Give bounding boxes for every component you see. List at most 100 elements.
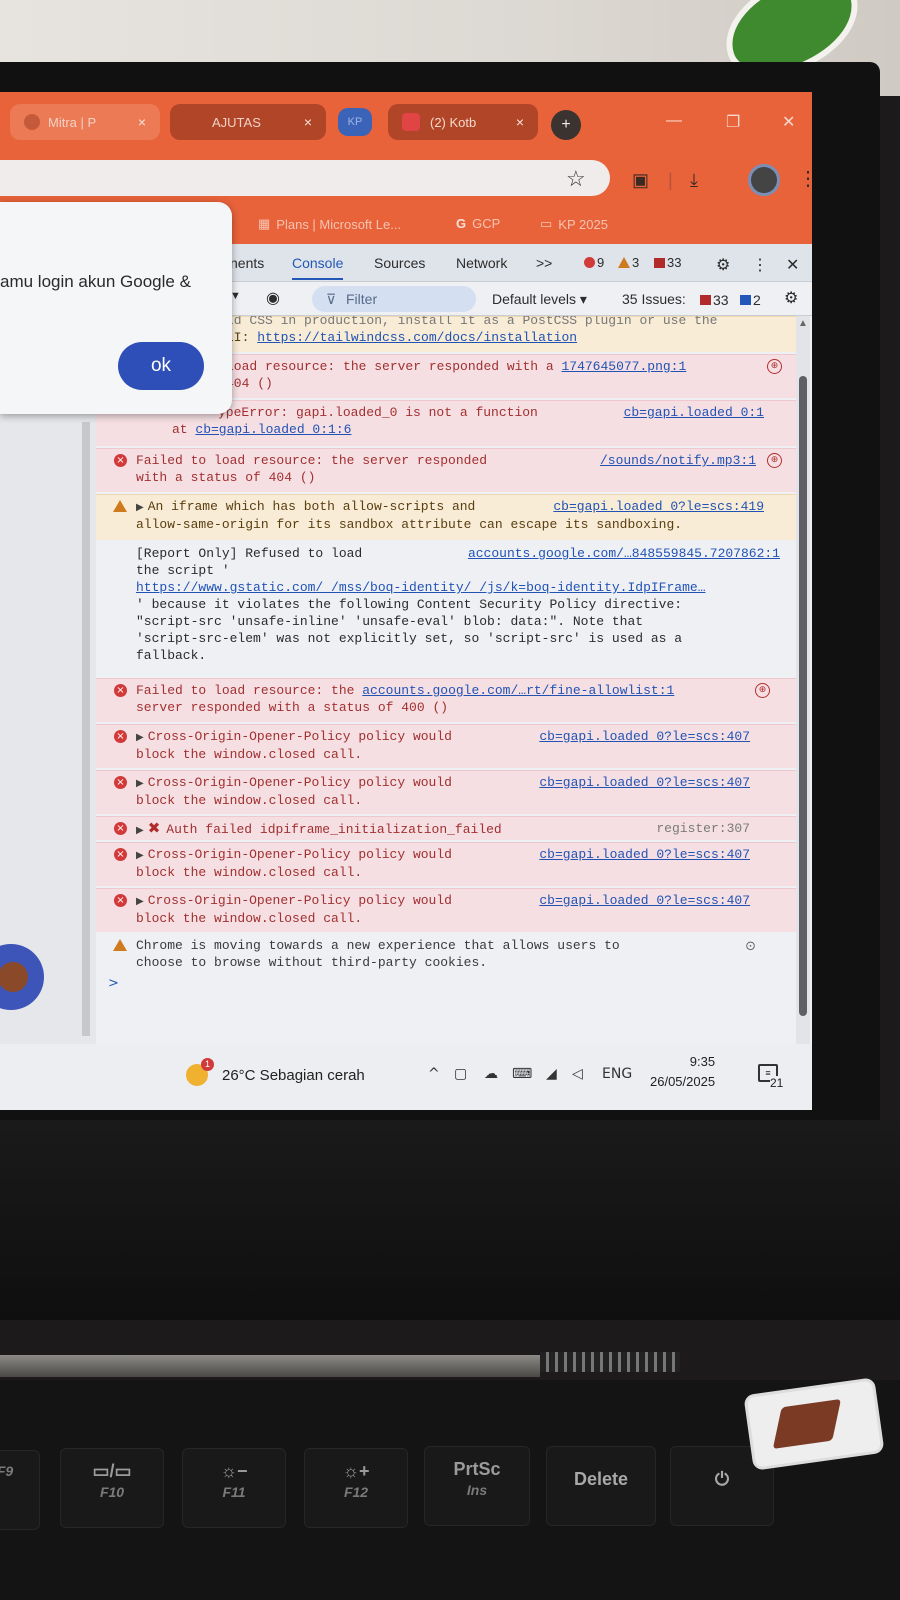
error-icon: ×: [114, 894, 127, 907]
message-source-link[interactable]: cb=gapi.loaded_0?le=scs:407: [539, 846, 750, 863]
expand-caret-icon[interactable]: ▶: [136, 732, 144, 743]
issues-red-count[interactable]: 33: [700, 292, 729, 308]
maximize-button[interactable]: ❐: [726, 112, 740, 132]
expand-caret-icon[interactable]: ▶: [136, 896, 144, 907]
network-icon[interactable]: ⊕: [767, 453, 782, 468]
message-source-link[interactable]: cb=gapi.loaded_0?le=scs:407: [539, 728, 750, 745]
log-levels-dropdown[interactable]: Default levels ▾: [492, 291, 587, 308]
bookmark-item[interactable]: G GCP: [456, 216, 500, 231]
error-icon: ×: [114, 848, 127, 861]
expand-caret-icon[interactable]: ▶: [136, 850, 144, 861]
clock-date: 26/05/2025: [650, 1074, 716, 1089]
message-source-link[interactable]: cb=gapi.loaded_0?le=scs:407: [539, 774, 750, 791]
browser-titlebar: Mitra | P × AJUTAS × KP (2) Kotb × + — ❐…: [0, 92, 812, 152]
key-prtsc[interactable]: PrtSc Ins: [424, 1446, 530, 1526]
address-bar-row: ☆ ▣ | ⤓ ⋮: [0, 152, 812, 204]
volume-icon[interactable]: ◁: [572, 1066, 583, 1082]
message-source-link[interactable]: cb=gapi.loaded_0?le=scs:419: [553, 498, 764, 515]
warning-icon: [618, 257, 630, 268]
script-url-link[interactable]: https://www.gstatic.com/_/mss/boq-identi…: [136, 579, 788, 596]
issue-count[interactable]: 33: [654, 255, 681, 270]
page-scrollbar[interactable]: [82, 422, 90, 1036]
chevron-up-icon[interactable]: ^: [428, 1066, 440, 1082]
tab-network[interactable]: Network: [456, 255, 507, 271]
tab-group-label: KP: [347, 116, 363, 128]
console-prompt[interactable]: >: [108, 976, 119, 991]
eye-icon[interactable]: ◉: [266, 288, 280, 308]
reading-mode-icon[interactable]: ▣: [632, 170, 649, 191]
key-f12[interactable]: ☼+ F12: [304, 1448, 408, 1528]
console-settings-icon[interactable]: ⚙: [784, 288, 798, 308]
error-icon: ×: [114, 822, 127, 835]
folder-icon: ▭: [540, 216, 553, 231]
warning-count[interactable]: 3: [618, 255, 639, 270]
notification-icon[interactable]: ≡ 21: [758, 1064, 784, 1090]
clock[interactable]: 9:35 26/05/2025: [650, 1052, 715, 1092]
bookmark-item[interactable]: ▭ KP 2025: [540, 216, 608, 232]
keyboard-icon[interactable]: ⌨: [512, 1066, 532, 1082]
profile-avatar[interactable]: [748, 164, 780, 196]
issues-blue-count[interactable]: 2: [740, 292, 761, 308]
minimize-button[interactable]: —: [666, 112, 682, 130]
close-window-button[interactable]: ✕: [782, 112, 795, 132]
console-scrollbar[interactable]: ▲: [796, 316, 810, 1044]
tab-favicon-icon: [402, 113, 420, 131]
scrollbar-thumb[interactable]: [799, 376, 807, 1016]
console-message: ▶ An iframe which has both allow-scripts …: [96, 494, 796, 540]
message-link[interactable]: cb=gapi.loaded_0:1:6: [195, 422, 351, 437]
browser-tab-group[interactable]: KP: [338, 108, 372, 136]
key-delete[interactable]: Delete: [546, 1446, 656, 1526]
tab-close-icon[interactable]: ×: [138, 114, 146, 130]
filter-input[interactable]: ⊽ Filter: [312, 286, 476, 312]
more-tabs-button[interactable]: >>: [536, 255, 552, 271]
issue-flag-icon: [700, 295, 711, 305]
close-devtools-icon[interactable]: ✕: [786, 255, 799, 275]
network-icon[interactable]: ⊕: [755, 683, 770, 698]
message-source-link[interactable]: accounts.google.com/…rt/fine-allowlist:1: [362, 683, 674, 698]
language-indicator[interactable]: ENG: [602, 1066, 632, 1082]
meet-icon[interactable]: ▢: [454, 1066, 467, 1082]
info-circle-icon[interactable]: ⊙: [745, 938, 756, 955]
issues-label[interactable]: 35 Issues:: [622, 291, 686, 307]
devtools-menu-icon[interactable]: ⋮: [752, 255, 768, 275]
message-source-link[interactable]: cb=gapi.loaded_0:1: [624, 404, 764, 421]
network-icon[interactable]: ⊕: [767, 359, 782, 374]
new-tab-button[interactable]: +: [551, 110, 581, 140]
message-source-link[interactable]: 1747645077.png:1: [561, 359, 686, 374]
tab-sources[interactable]: Sources: [374, 255, 425, 271]
wifi-icon[interactable]: ◢: [546, 1066, 557, 1082]
menu-dots-icon[interactable]: ⋮: [798, 166, 812, 191]
tab-close-icon[interactable]: ×: [516, 114, 524, 130]
login-dialog: amu login akun Google & ok: [0, 202, 232, 414]
download-icon[interactable]: ⤓: [690, 170, 698, 191]
message-source-link[interactable]: /sounds/notify.mp3:1: [600, 452, 756, 469]
cloud-icon[interactable]: ☁: [484, 1066, 498, 1082]
ok-button[interactable]: ok: [118, 342, 204, 390]
settings-gear-icon[interactable]: ⚙: [716, 255, 730, 275]
tab-console[interactable]: Console: [292, 255, 344, 280]
scroll-up-icon[interactable]: ▲: [798, 318, 808, 329]
key-f9[interactable]: F9: [0, 1450, 40, 1530]
message-source-link[interactable]: accounts.google.com/…848559845.7207862:1: [468, 545, 780, 562]
browser-tab[interactable]: Mitra | P ×: [10, 104, 160, 140]
expand-caret-icon[interactable]: ▶: [136, 502, 144, 513]
weather-widget[interactable]: 26°C Sebagian cerah: [186, 1058, 365, 1086]
expand-caret-icon[interactable]: ▶: [136, 825, 144, 836]
error-count[interactable]: 9: [584, 255, 604, 270]
message-link[interactable]: https://tailwindcss.com/docs/installatio…: [257, 330, 577, 345]
key-f10[interactable]: ▭/▭ F10: [60, 1448, 164, 1528]
browser-tab[interactable]: AJUTAS ×: [170, 104, 326, 140]
bookmark-item[interactable]: ▦ Plans | Microsoft Le...: [258, 216, 401, 232]
key-f11[interactable]: ☼− F11: [182, 1448, 286, 1528]
warning-icon: [113, 500, 127, 512]
google-icon: G: [456, 216, 467, 231]
bookmark-star-icon[interactable]: ☆: [566, 166, 586, 192]
tab-close-icon[interactable]: ×: [304, 114, 312, 130]
weather-sun-icon: [186, 1058, 214, 1086]
omnibox[interactable]: ☆: [0, 160, 610, 196]
message-source-link[interactable]: register:307: [656, 820, 750, 837]
tab-elements[interactable]: nents: [230, 255, 264, 271]
expand-caret-icon[interactable]: ▶: [136, 778, 144, 789]
message-source-link[interactable]: cb=gapi.loaded_0?le=scs:407: [539, 892, 750, 909]
browser-tab-active[interactable]: (2) Kotb ×: [388, 104, 538, 140]
